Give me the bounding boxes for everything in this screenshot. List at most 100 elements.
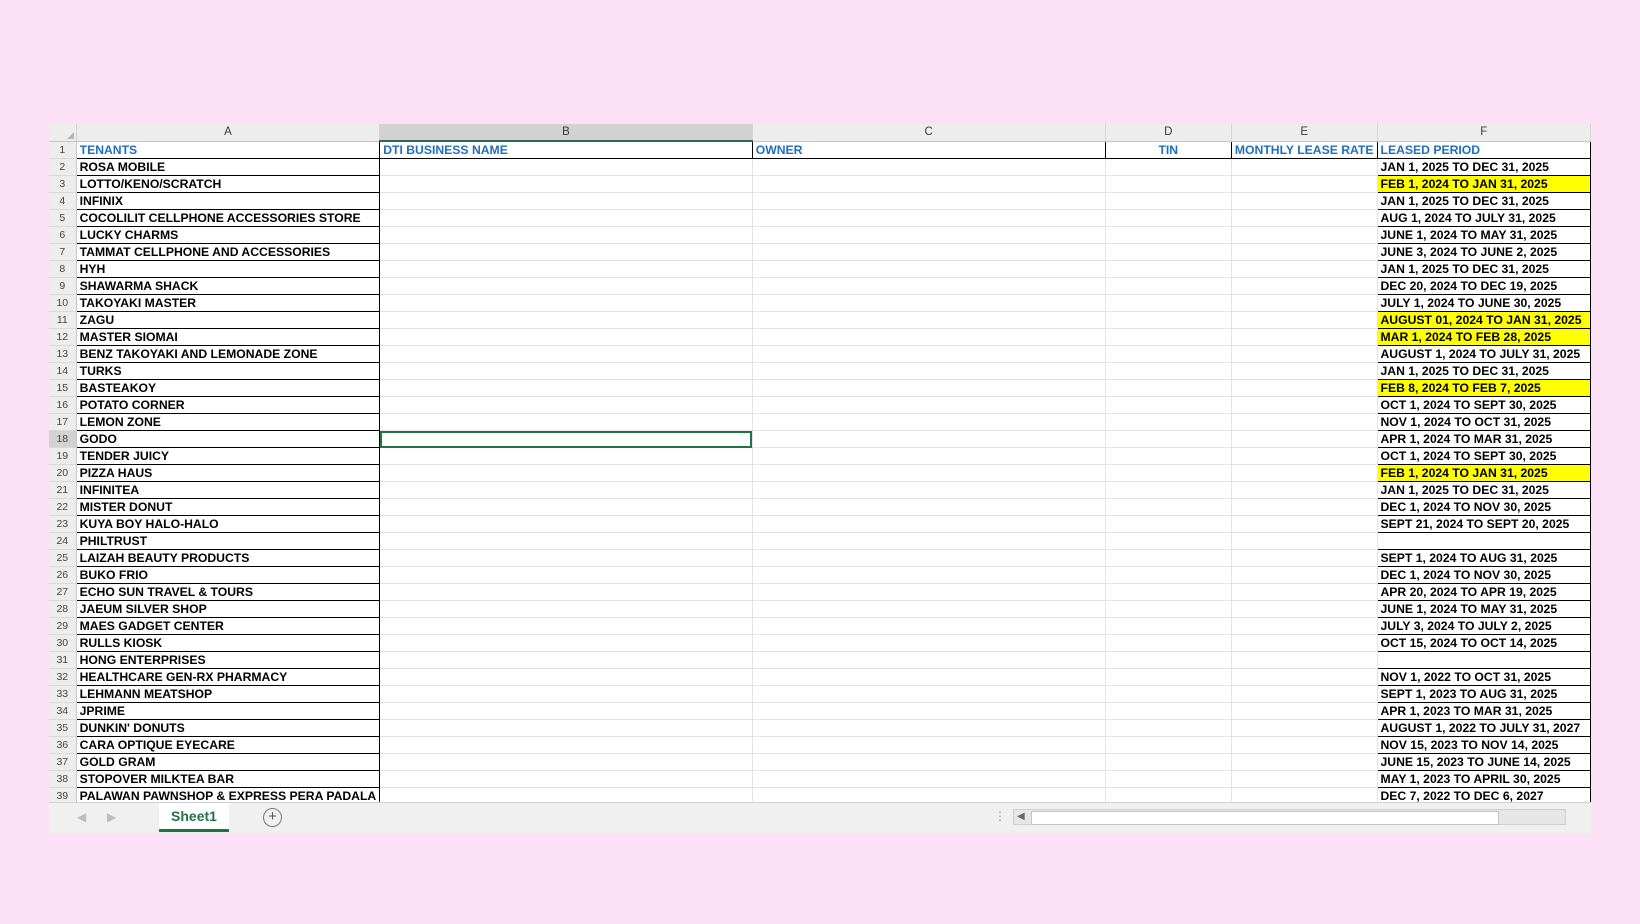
monthly-lease-rate-cell[interactable]: [1231, 209, 1378, 227]
leased-period-cell[interactable]: AUG 1, 2024 TO JULY 31, 2025: [1377, 209, 1591, 227]
dti-business-name-cell[interactable]: [379, 345, 753, 363]
select-all-corner[interactable]: [49, 124, 77, 142]
tin-cell[interactable]: [1105, 464, 1232, 482]
dti-business-name-cell[interactable]: [379, 549, 753, 567]
owner-cell[interactable]: [752, 651, 1106, 669]
dti-business-name-cell[interactable]: [379, 192, 753, 210]
tenant-cell[interactable]: INFINITEA: [76, 481, 381, 499]
monthly-lease-rate-cell[interactable]: [1231, 260, 1378, 278]
leased-period-cell[interactable]: MAY 1, 2023 TO APRIL 30, 2025: [1377, 770, 1591, 788]
row-header[interactable]: 5: [49, 209, 77, 227]
monthly-lease-rate-cell[interactable]: [1231, 226, 1378, 244]
dti-business-name-cell[interactable]: [379, 651, 753, 669]
header-cell-owner[interactable]: OWNER: [752, 141, 1106, 159]
previous-sheet-icon[interactable]: ◀: [77, 810, 86, 824]
column-header-e[interactable]: E: [1231, 124, 1378, 142]
dti-business-name-cell[interactable]: [379, 447, 753, 465]
row-header[interactable]: 27: [49, 583, 77, 601]
tin-cell[interactable]: [1105, 634, 1232, 652]
monthly-lease-rate-cell[interactable]: [1231, 532, 1378, 550]
row-header[interactable]: 29: [49, 617, 77, 635]
leased-period-cell[interactable]: JULY 3, 2024 TO JULY 2, 2025: [1377, 617, 1591, 635]
owner-cell[interactable]: [752, 209, 1106, 227]
tenant-cell[interactable]: BASTEAKOY: [76, 379, 381, 397]
leased-period-cell[interactable]: JUNE 1, 2024 TO MAY 31, 2025: [1377, 226, 1591, 244]
sheet-tab-sheet1[interactable]: Sheet1: [159, 803, 229, 832]
leased-period-cell[interactable]: AUGUST 1, 2022 TO JULY 31, 2027: [1377, 719, 1591, 737]
leased-period-cell[interactable]: DEC 1, 2024 TO NOV 30, 2025: [1377, 566, 1591, 584]
monthly-lease-rate-cell[interactable]: [1231, 566, 1378, 584]
dti-business-name-cell[interactable]: [379, 413, 753, 431]
header-cell-monthly-lease-rate[interactable]: MONTHLY LEASE RATE: [1231, 141, 1378, 159]
row-header[interactable]: 26: [49, 566, 77, 584]
tenant-cell[interactable]: ECHO SUN TRAVEL & TOURS: [76, 583, 381, 601]
tenant-cell[interactable]: LAIZAH BEAUTY PRODUCTS: [76, 549, 381, 567]
dti-business-name-cell[interactable]: [379, 515, 753, 533]
owner-cell[interactable]: [752, 617, 1106, 635]
row-header[interactable]: 30: [49, 634, 77, 652]
tab-split-handle[interactable]: ⋮: [994, 809, 1006, 823]
monthly-lease-rate-cell[interactable]: [1231, 277, 1378, 295]
tenant-cell[interactable]: CARA OPTIQUE EYECARE: [76, 736, 381, 754]
tin-cell[interactable]: [1105, 549, 1232, 567]
row-header[interactable]: 12: [49, 328, 77, 346]
leased-period-cell[interactable]: [1377, 532, 1591, 550]
dti-business-name-cell[interactable]: [379, 277, 753, 295]
row-header[interactable]: 15: [49, 379, 77, 397]
tin-cell[interactable]: [1105, 362, 1232, 380]
tin-cell[interactable]: [1105, 702, 1232, 720]
tin-cell[interactable]: [1105, 294, 1232, 312]
dti-business-name-cell[interactable]: [379, 481, 753, 499]
leased-period-cell[interactable]: APR 1, 2023 TO MAR 31, 2025: [1377, 702, 1591, 720]
tenant-cell[interactable]: TAMMAT CELLPHONE AND ACCESSORIES: [76, 243, 381, 261]
monthly-lease-rate-cell[interactable]: [1231, 583, 1378, 601]
leased-period-cell[interactable]: AUGUST 1, 2024 TO JULY 31, 2025: [1377, 345, 1591, 363]
leased-period-cell[interactable]: [1377, 651, 1591, 669]
monthly-lease-rate-cell[interactable]: [1231, 413, 1378, 431]
monthly-lease-rate-cell[interactable]: [1231, 396, 1378, 414]
tin-cell[interactable]: [1105, 498, 1232, 516]
tin-cell[interactable]: [1105, 243, 1232, 261]
owner-cell[interactable]: [752, 770, 1106, 788]
owner-cell[interactable]: [752, 430, 1106, 448]
owner-cell[interactable]: [752, 498, 1106, 516]
dti-business-name-cell[interactable]: [379, 379, 753, 397]
leased-period-cell[interactable]: SEPT 21, 2024 TO SEPT 20, 2025: [1377, 515, 1591, 533]
monthly-lease-rate-cell[interactable]: [1231, 175, 1378, 193]
tenant-cell[interactable]: COCOLILIT CELLPHONE ACCESSORIES STORE: [76, 209, 381, 227]
tin-cell[interactable]: [1105, 532, 1232, 550]
tenant-cell[interactable]: ZAGU: [76, 311, 381, 329]
monthly-lease-rate-cell[interactable]: [1231, 685, 1378, 703]
tenant-cell[interactable]: TURKS: [76, 362, 381, 380]
dti-business-name-cell[interactable]: [379, 600, 753, 618]
leased-period-cell[interactable]: APR 20, 2024 TO APR 19, 2025: [1377, 583, 1591, 601]
owner-cell[interactable]: [752, 719, 1106, 737]
owner-cell[interactable]: [752, 277, 1106, 295]
row-header[interactable]: 11: [49, 311, 77, 329]
dti-business-name-cell[interactable]: [379, 260, 753, 278]
tenant-cell[interactable]: MAES GADGET CENTER: [76, 617, 381, 635]
row-header[interactable]: 25: [49, 549, 77, 567]
owner-cell[interactable]: [752, 702, 1106, 720]
tin-cell[interactable]: [1105, 345, 1232, 363]
tin-cell[interactable]: [1105, 413, 1232, 431]
owner-cell[interactable]: [752, 379, 1106, 397]
owner-cell[interactable]: [752, 600, 1106, 618]
leased-period-cell[interactable]: OCT 15, 2024 TO OCT 14, 2025: [1377, 634, 1591, 652]
tenant-cell[interactable]: INFINIX: [76, 192, 381, 210]
tenant-cell[interactable]: LOTTO/KENO/SCRATCH: [76, 175, 381, 193]
tin-cell[interactable]: [1105, 651, 1232, 669]
tenant-cell[interactable]: LUCKY CHARMS: [76, 226, 381, 244]
tenant-cell[interactable]: STOPOVER MILKTEA BAR: [76, 770, 381, 788]
tin-cell[interactable]: [1105, 770, 1232, 788]
owner-cell[interactable]: [752, 226, 1106, 244]
monthly-lease-rate-cell[interactable]: [1231, 736, 1378, 754]
row-header[interactable]: 3: [49, 175, 77, 193]
leased-period-cell[interactable]: JAN 1, 2025 TO DEC 31, 2025: [1377, 362, 1591, 380]
tenant-cell[interactable]: GOLD GRAM: [76, 753, 381, 771]
next-sheet-icon[interactable]: ▶: [107, 810, 116, 824]
owner-cell[interactable]: [752, 311, 1106, 329]
horizontal-scrollbar[interactable]: ◀: [1013, 809, 1566, 825]
dti-business-name-cell[interactable]: [379, 294, 753, 312]
monthly-lease-rate-cell[interactable]: [1231, 770, 1378, 788]
